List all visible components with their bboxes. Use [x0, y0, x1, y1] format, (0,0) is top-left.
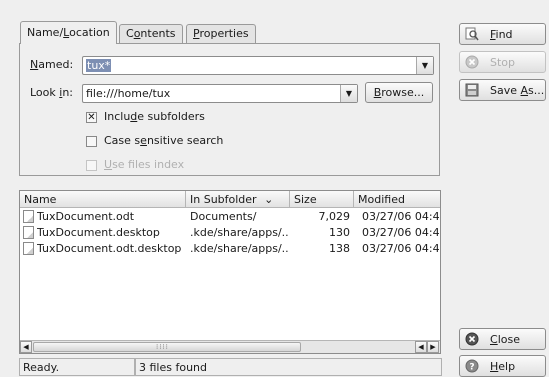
- file-name: TuxDocument.desktop: [37, 226, 160, 239]
- case-sensitive-checkbox[interactable]: [86, 136, 97, 147]
- tab-panel-name-location: Named: tux* ▼ Look in: file:///home/tux …: [19, 43, 440, 176]
- svg-text:?: ?: [469, 363, 474, 373]
- help-icon: ?: [465, 359, 479, 373]
- look-in-combo[interactable]: file:///home/tux ▼: [82, 84, 358, 103]
- sort-indicator-icon: ⌄: [264, 193, 274, 206]
- find-button[interactable]: Find: [459, 23, 546, 45]
- find-icon: [465, 27, 479, 41]
- chevron-down-icon: ▼: [345, 89, 353, 98]
- document-icon: [23, 210, 34, 223]
- scroll-left-button[interactable]: ◀: [20, 341, 32, 353]
- close-button[interactable]: Close: [459, 328, 546, 350]
- grip-icon: ⁞⁞⁞⁞: [156, 343, 169, 351]
- browse-button[interactable]: Browse...: [365, 82, 433, 103]
- checkmark-icon: ✕: [87, 111, 96, 123]
- stop-icon: [465, 55, 479, 69]
- scroll-left-button-2[interactable]: ◀: [415, 341, 427, 353]
- status-files-found: 3 files found: [135, 358, 442, 376]
- column-header-in-subfolder[interactable]: In Subfolder ⌄: [186, 191, 290, 208]
- save-icon: [465, 83, 479, 97]
- close-icon: [465, 332, 479, 346]
- include-subfolders-checkbox[interactable]: ✕: [86, 112, 97, 123]
- file-name: TuxDocument.odt.desktop: [37, 242, 182, 255]
- file-size: 138: [329, 242, 350, 255]
- scroll-right-button[interactable]: ▶: [427, 341, 439, 353]
- named-label: Named:: [30, 58, 74, 71]
- column-header-name[interactable]: Name: [20, 191, 186, 208]
- use-files-index-checkbox: [86, 160, 97, 171]
- file-modified: 03/27/06 04:45: [362, 226, 441, 239]
- table-row[interactable]: TuxDocument.odt.desktop .kde/share/apps/…: [20, 241, 440, 256]
- tab-name-location[interactable]: Name/Location: [20, 21, 117, 44]
- column-header-modified[interactable]: Modified: [354, 191, 440, 208]
- named-dropdown-button[interactable]: ▼: [416, 57, 433, 74]
- tab-contents[interactable]: Contents: [119, 24, 183, 43]
- file-modified: 03/27/06 04:46: [362, 242, 441, 255]
- file-modified: 03/27/06 04:47: [362, 210, 441, 223]
- tab-properties[interactable]: Properties: [186, 24, 256, 43]
- arrow-left-icon: ◀: [418, 343, 424, 351]
- table-row[interactable]: TuxDocument.desktop .kde/share/apps/... …: [20, 225, 440, 240]
- include-subfolders-label[interactable]: Include subfolders: [104, 110, 205, 123]
- file-folder: .kde/share/apps/...: [190, 226, 288, 239]
- file-size: 130: [329, 226, 350, 239]
- case-sensitive-label[interactable]: Case sensitive search: [104, 134, 223, 147]
- tab-label: Name/Location: [27, 26, 110, 39]
- named-value: tux*: [86, 59, 112, 72]
- arrow-left-icon: ◀: [23, 343, 29, 351]
- arrow-right-icon: ▶: [430, 343, 436, 351]
- file-folder: .kde/share/apps/...: [190, 242, 288, 255]
- document-icon: [23, 226, 34, 239]
- status-ready: Ready.: [19, 358, 135, 376]
- scrollbar-thumb[interactable]: ⁞⁞⁞⁞: [33, 342, 301, 352]
- column-header-size[interactable]: Size: [290, 191, 354, 208]
- look-in-value: file:///home/tux: [86, 87, 171, 100]
- named-combo[interactable]: tux* ▼: [82, 56, 434, 75]
- file-folder: Documents/: [190, 210, 257, 223]
- help-button[interactable]: ? Help: [459, 355, 546, 377]
- tab-label: Contents: [126, 27, 176, 40]
- document-icon: [23, 242, 34, 255]
- look-in-dropdown-button[interactable]: ▼: [340, 85, 357, 102]
- file-name: TuxDocument.odt: [37, 210, 135, 223]
- use-files-index-label: Use files index: [104, 158, 185, 171]
- table-row[interactable]: TuxDocument.odt Documents/ 7,029 03/27/0…: [20, 209, 440, 224]
- tab-label: Properties: [193, 27, 249, 40]
- chevron-down-icon: ▼: [421, 61, 429, 70]
- stop-button: Stop: [459, 51, 546, 73]
- look-in-label: Look in:: [30, 86, 74, 99]
- results-list[interactable]: Name In Subfolder ⌄ Size Modified TuxDoc…: [19, 190, 441, 354]
- file-size: 7,029: [318, 210, 351, 223]
- save-as-button[interactable]: Save As...: [459, 79, 546, 101]
- horizontal-scrollbar[interactable]: ◀ ⁞⁞⁞⁞ ◀ ▶: [20, 340, 440, 353]
